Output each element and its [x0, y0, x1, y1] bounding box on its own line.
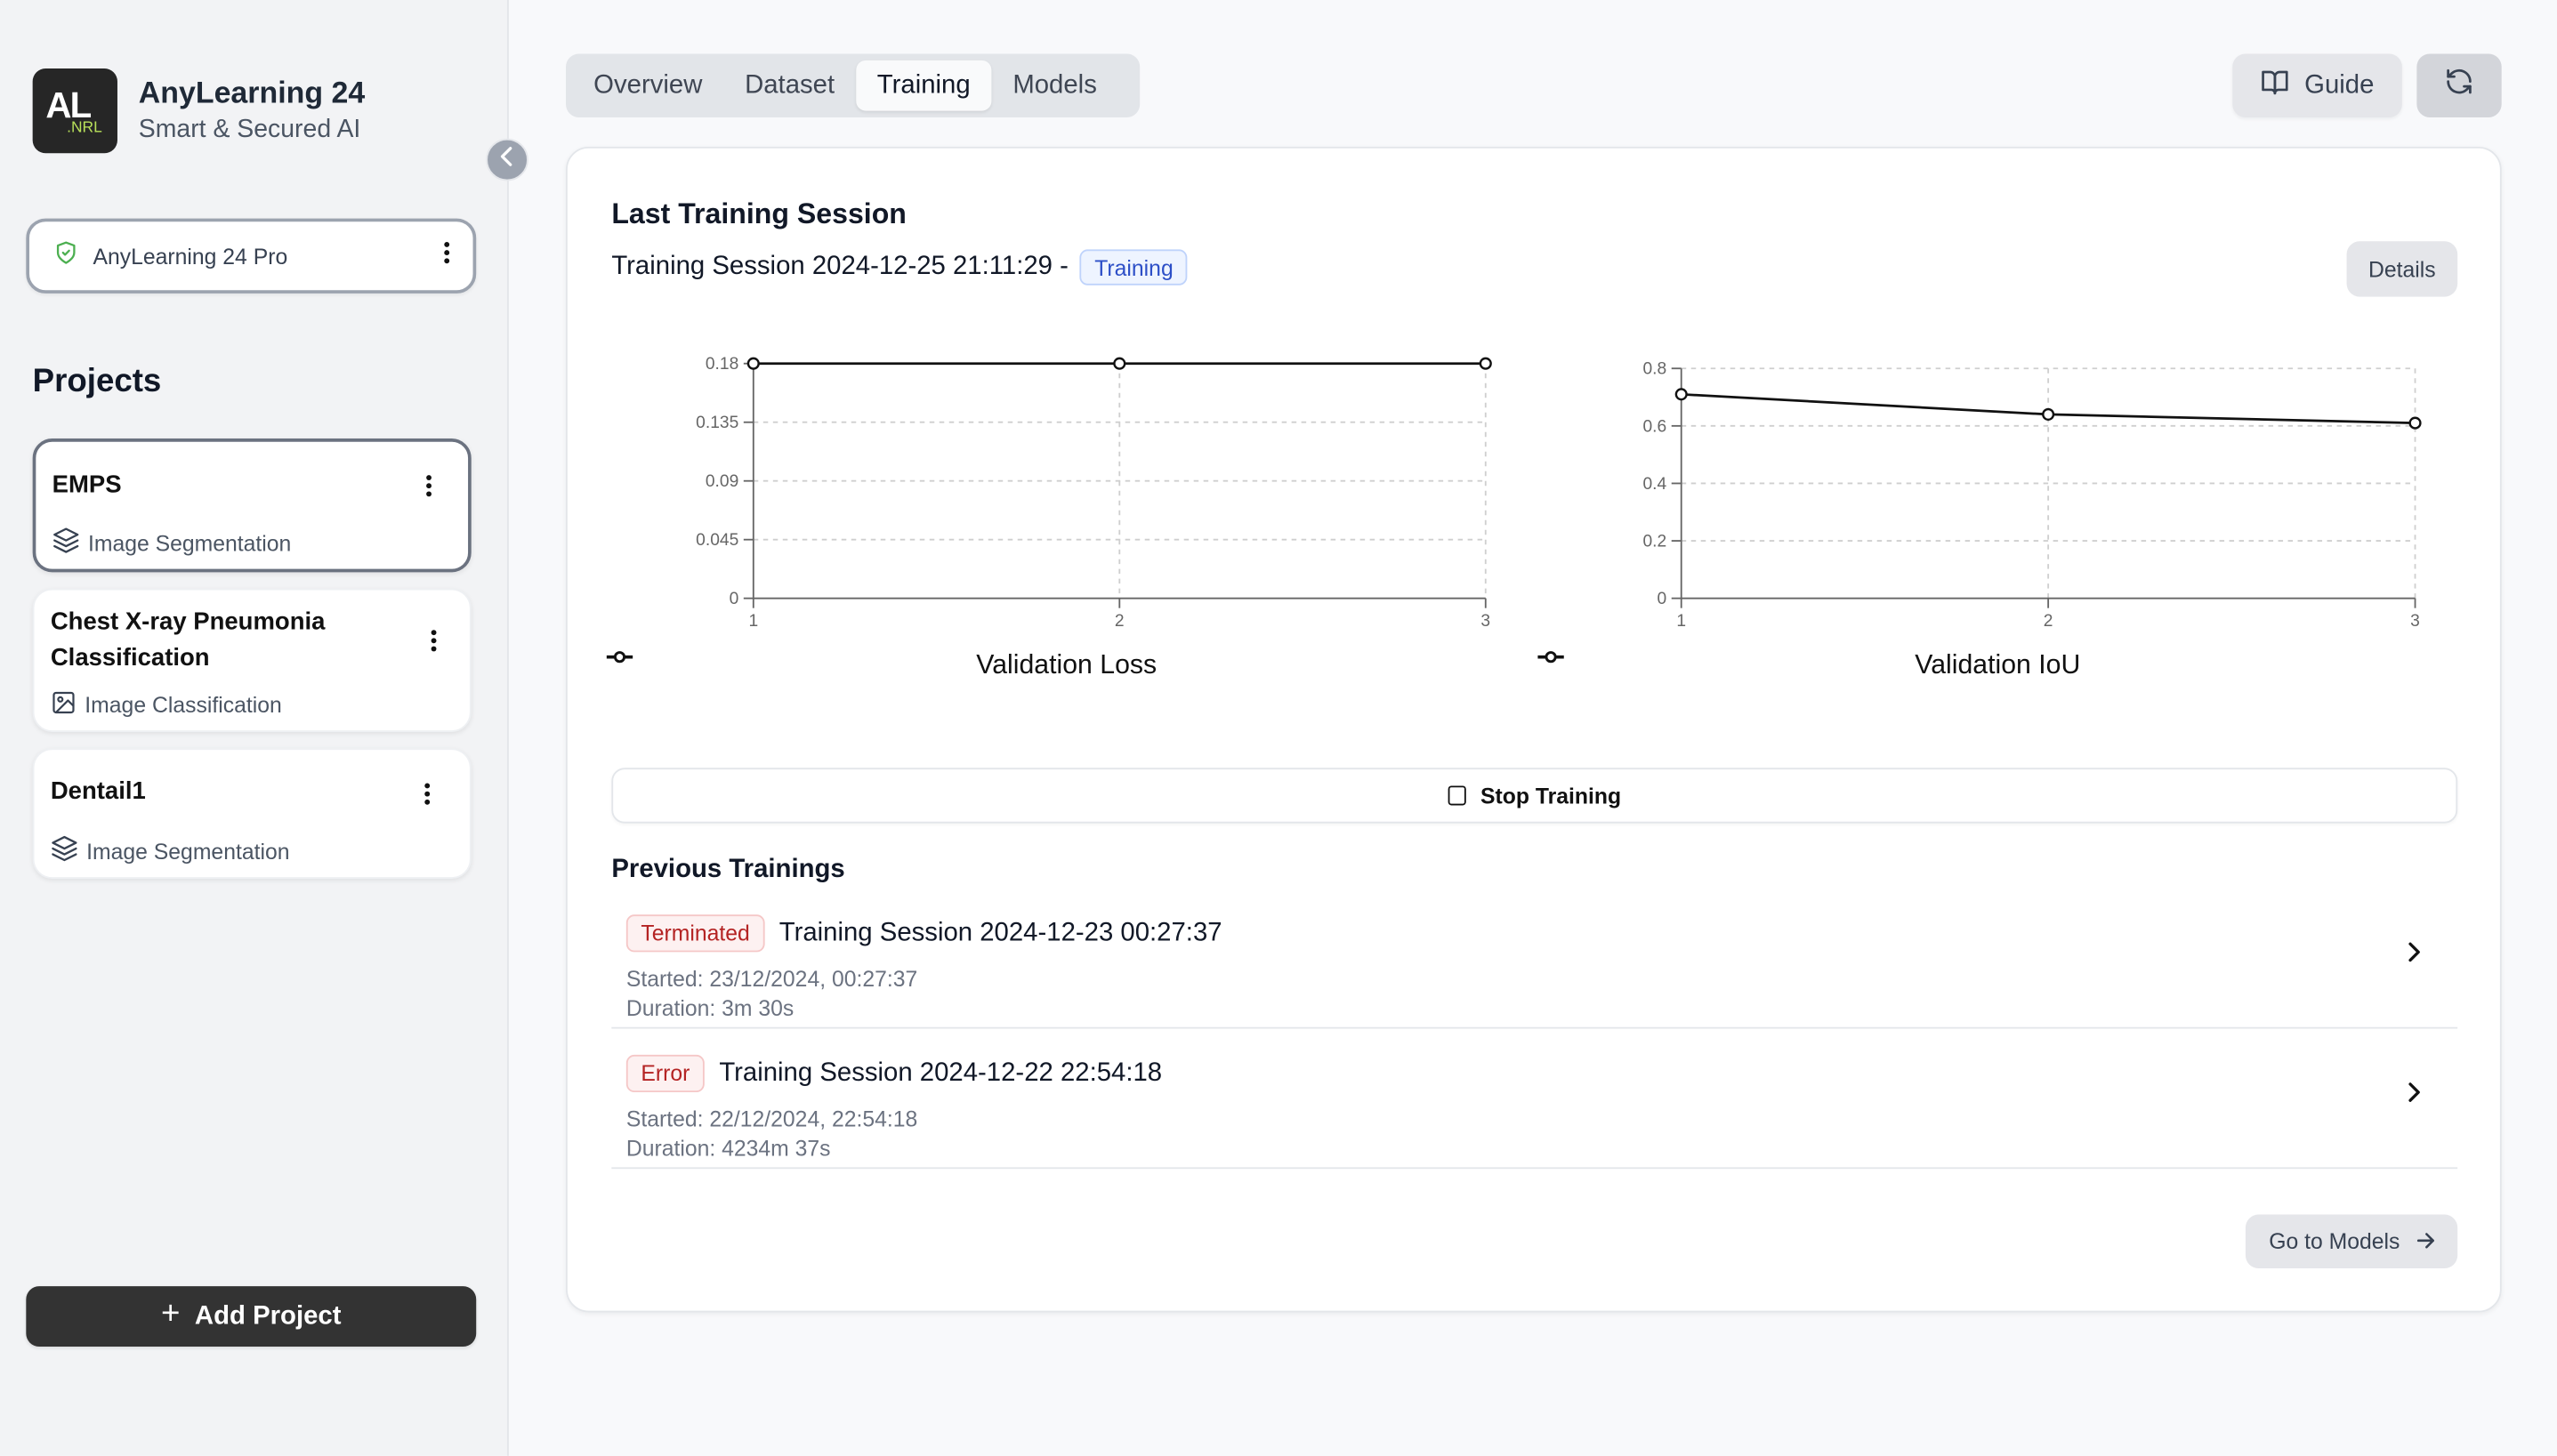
plus-icon: +: [160, 1296, 181, 1332]
validation-loss-chart: 0 0.045 0.09 0.135 0.18 1 2 3 Validation Loss: [606, 344, 1524, 703]
x-tick-label: 1: [748, 612, 758, 631]
session-duration: Duration: 3m 30s: [625, 995, 795, 1021]
add-project-button[interactable]: + Add Project: [26, 1286, 477, 1347]
x-tick-label: 1: [1676, 612, 1686, 631]
projects-heading: Projects: [32, 363, 162, 400]
chart-legend: Validation Loss: [606, 650, 1520, 681]
tab-dataset[interactable]: Dataset: [723, 60, 856, 111]
chart-plot: 0 0.045 0.09 0.135 0.18 1 2 3: [696, 355, 1492, 631]
data-point: [746, 357, 760, 370]
current-session: Training Session 2024-12-25 21:11:29 - T…: [611, 249, 1189, 286]
tab-training[interactable]: Training: [855, 60, 992, 111]
x-tick-label: 2: [1115, 612, 1125, 631]
app-subtitle: Smart & Secured AI: [138, 116, 361, 144]
project-card[interactable]: EMPS Image Segmentation: [32, 438, 472, 573]
image-icon: [51, 689, 77, 720]
stop-square-icon: [1448, 785, 1466, 806]
details-button[interactable]: Details: [2346, 241, 2458, 297]
data-point: [1113, 357, 1126, 370]
layers-icon: [51, 834, 78, 867]
x-tick-label: 2: [2044, 612, 2053, 631]
project-tabs: Overview Dataset Training Models: [566, 53, 1141, 117]
logo-suffix: .NRL: [67, 118, 102, 137]
y-tick-label: 0.135: [696, 414, 738, 432]
last-training-title: Last Training Session: [611, 197, 907, 230]
training-card: Last Training Session Training Session 2…: [566, 146, 2502, 1313]
data-point: [2408, 416, 2422, 430]
guide-button[interactable]: Guide: [2232, 53, 2402, 117]
refresh-icon: [2445, 67, 2474, 104]
project-name: Dentail1: [50, 777, 146, 806]
y-tick-label: 0.8: [1642, 360, 1666, 379]
refresh-button[interactable]: [2416, 53, 2502, 117]
guide-label: Guide: [2304, 70, 2375, 99]
session-started: Started: 22/12/2024, 22:54:18: [625, 1106, 918, 1132]
y-tick-label: 0.18: [706, 355, 738, 374]
more-vertical-icon[interactable]: [425, 474, 432, 505]
session-started: Started: 23/12/2024, 00:27:37: [625, 966, 918, 992]
y-tick-label: 0.6: [1642, 417, 1666, 436]
layers-icon: [52, 527, 80, 559]
arrow-right-icon: [2416, 1229, 2434, 1253]
sidebar: AL .NRL AnyLearning 24 Smart & Secured A…: [0, 0, 509, 1456]
collapse-sidebar-button[interactable]: [486, 138, 528, 181]
project-type: Image Segmentation: [86, 839, 290, 864]
chevron-right-icon: [2407, 1081, 2421, 1112]
status-badge: Training: [1079, 249, 1189, 286]
session-name: Training Session 2024-12-22 22:54:18: [719, 1058, 1163, 1087]
chart-legend: Validation IoU: [1537, 650, 2450, 681]
go-to-models-label: Go to Models: [2269, 1229, 2400, 1254]
y-tick-label: 0: [1658, 590, 1667, 608]
project-type: Image Segmentation: [87, 530, 292, 556]
app-title: AnyLearning 24: [138, 75, 366, 109]
brand: AL .NRL AnyLearning 24 Smart & Secured A…: [32, 68, 366, 154]
y-tick-label: 0.09: [706, 472, 738, 491]
more-vertical-icon[interactable]: [431, 630, 437, 661]
previous-training-item[interactable]: Terminated Training Session 2024-12-23 0…: [611, 892, 2458, 1029]
chevron-right-icon: [2407, 941, 2421, 972]
more-vertical-icon[interactable]: [444, 240, 450, 271]
stop-training-button[interactable]: Stop Training: [611, 768, 2458, 824]
y-tick-label: 0.045: [696, 531, 738, 550]
project-card[interactable]: Dentail1 Image Segmentation: [32, 748, 472, 879]
organization-label: AnyLearning 24 Pro: [93, 244, 288, 269]
validation-iou-chart: 0 0.2 0.4 0.6 0.8 1 2 3 Validation IoU: [1537, 344, 2456, 703]
app-logo: AL .NRL: [32, 68, 117, 154]
x-tick-label: 3: [2410, 612, 2420, 631]
project-name: EMPS: [52, 471, 122, 499]
status-badge: Error: [625, 1054, 705, 1093]
data-point: [1479, 357, 1492, 370]
y-tick-label: 0.2: [1642, 532, 1666, 551]
chart-svg: 0 0.2 0.4 0.6 0.8 1 2 3: [1642, 360, 2422, 631]
legend-label: Validation IoU: [1915, 650, 2081, 680]
more-vertical-icon[interactable]: [424, 783, 431, 814]
previous-trainings-heading: Previous Trainings: [611, 856, 845, 884]
chart-plot: 0 0.2 0.4 0.6 0.8 1 2 3: [1642, 360, 2422, 631]
shield-check-icon: [53, 239, 77, 273]
project-type: Image Classification: [85, 692, 282, 718]
tab-overview[interactable]: Overview: [572, 60, 723, 111]
previous-training-item[interactable]: Error Training Session 2024-12-22 22:54:…: [611, 1032, 2458, 1170]
session-name: Training Session 2024-12-23 00:27:37: [778, 918, 1222, 947]
y-tick-label: 0.4: [1642, 475, 1666, 494]
y-tick-label: 0: [730, 590, 739, 608]
project-name: Chest X-ray Pneumonia Classification: [50, 607, 326, 672]
project-card[interactable]: Chest X-ray Pneumonia Classification Ima…: [32, 588, 472, 732]
x-tick-label: 3: [1480, 612, 1490, 631]
status-badge: Terminated: [625, 914, 765, 953]
go-to-models-button[interactable]: Go to Models: [2245, 1214, 2458, 1269]
data-point: [2042, 407, 2055, 421]
session-duration: Duration: 4234m 37s: [625, 1136, 831, 1162]
tab-models[interactable]: Models: [991, 60, 1117, 111]
chevron-left-icon: [497, 144, 517, 175]
stop-training-label: Stop Training: [1480, 783, 1622, 808]
data-point: [1674, 388, 1688, 401]
chart-svg: 0 0.045 0.09 0.135 0.18 1 2 3: [696, 355, 1492, 631]
organization-selector[interactable]: AnyLearning 24 Pro: [26, 218, 477, 294]
session-name: Training Session 2024-12-25 21:11:29 -: [611, 253, 1069, 281]
book-open-icon: [2261, 68, 2290, 102]
add-project-label: Add Project: [194, 1301, 342, 1330]
legend-label: Validation Loss: [976, 650, 1158, 680]
